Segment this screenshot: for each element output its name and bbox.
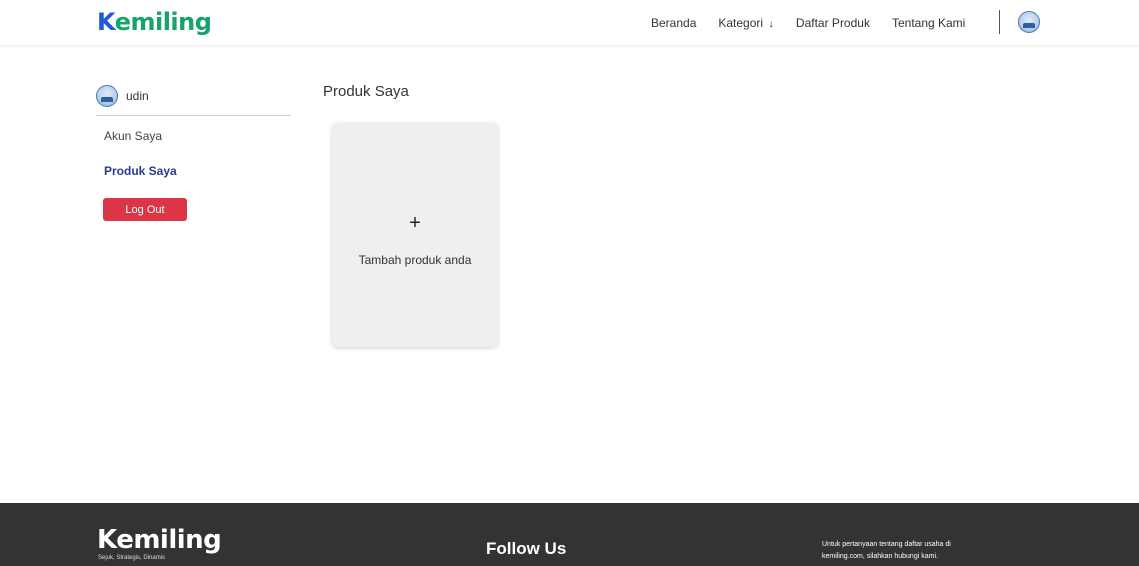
follow-us-heading: Follow Us [486, 539, 567, 558]
nav-tentang-kami[interactable]: Tentang Kami [892, 16, 965, 30]
sidebar-item-produk-saya[interactable]: Produk Saya [104, 164, 177, 178]
nav-kategori-label: Kategori [718, 16, 764, 30]
sidebar-avatar-icon [96, 84, 118, 107]
brand-logo[interactable]: Kemiling [97, 8, 212, 36]
footer-contact-line2: kemiling.com, silahkan hubungi kami. [822, 553, 938, 560]
nav-divider [999, 10, 1000, 34]
nav-beranda[interactable]: Beranda [651, 16, 696, 30]
sidebar-user: udin [96, 82, 291, 116]
top-header: Kemiling Beranda Kategori ↓ Daftar Produ… [0, 0, 1139, 46]
avatar-bus-shape [1023, 23, 1035, 28]
add-product-card[interactable]: + Tambah produk anda [332, 123, 498, 347]
footer-brand-logo: Kemiling [97, 525, 222, 555]
nav-kategori[interactable]: Kategori ↓ [718, 16, 774, 30]
user-avatar-icon[interactable] [1018, 11, 1040, 33]
brand-logo-k: K [97, 8, 115, 36]
sidebar-username: udin [126, 88, 149, 103]
footer: Kemiling Sejuk, Strategis, Dinamis Follo… [0, 503, 1139, 566]
main-nav: Beranda Kategori ↓ Daftar Produk Tentang… [651, 16, 987, 30]
arrow-down-icon: ↓ [768, 18, 774, 30]
add-product-label: Tambah produk anda [358, 253, 472, 267]
page-title: Produk Saya [323, 83, 409, 100]
nav-daftar-produk[interactable]: Daftar Produk [796, 16, 870, 30]
footer-contact-line1: Untuk pertanyaan tentang daftar usaha di [822, 541, 951, 548]
footer-contact-text: Untuk pertanyaan tentang daftar usaha di… [822, 539, 1032, 563]
logout-button[interactable]: Log Out [103, 198, 187, 221]
footer-tagline: Sejuk, Strategis, Dinamis [98, 555, 166, 561]
plus-icon: + [409, 212, 421, 234]
avatar-bus-shape [101, 96, 113, 102]
brand-logo-rest: emiling [114, 8, 212, 36]
sidebar-item-akun-saya[interactable]: Akun Saya [104, 129, 162, 143]
